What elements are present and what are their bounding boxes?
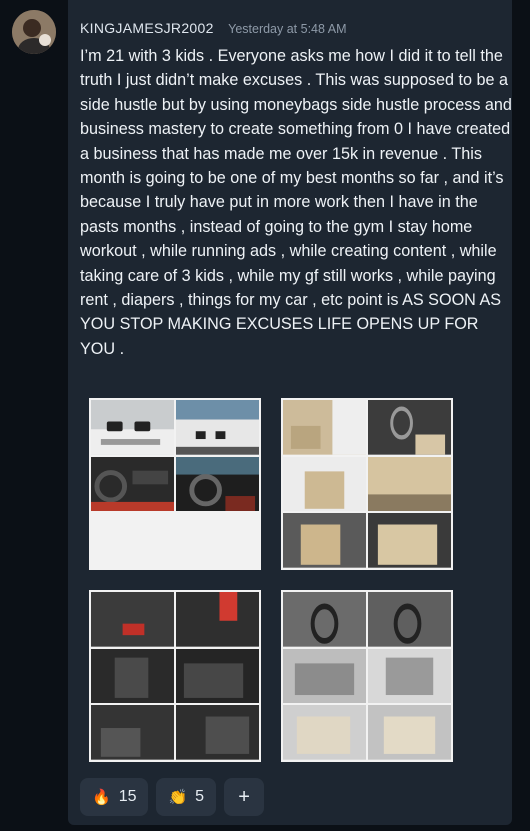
car-photo [91,456,174,512]
car-photo [368,513,451,568]
car-photo [283,513,366,568]
car-photo [91,705,174,760]
reaction-count: 5 [195,788,205,805]
car-photo [176,456,259,512]
reaction-bar: 🔥 15 👏 5 + [80,778,265,816]
car-photo [368,592,451,647]
car-photo [91,648,174,704]
reaction-clap-button[interactable]: 👏 5 [156,778,217,816]
car-photo [283,400,366,455]
car-photo [368,456,451,512]
image-attachment-3[interactable] [89,590,261,762]
reaction-fire-button[interactable]: 🔥 15 [80,778,149,816]
car-photo [91,592,174,647]
clap-icon: 👏 [168,789,188,806]
image-attachment-2[interactable] [281,398,453,570]
message-header: KINGJAMESJR2002 Yesterday at 5:48 AM [80,20,347,38]
image-attachment-4[interactable] [281,590,453,762]
car-photo [283,592,366,647]
car-photo [283,705,366,760]
car-photo [368,400,451,455]
car-photo [91,400,174,455]
car-photo [176,705,259,760]
car-photo [368,648,451,704]
car-photo [283,648,366,704]
car-photo [368,705,451,760]
reaction-count: 15 [118,788,137,805]
fire-icon: 🔥 [92,789,111,806]
car-photo [176,648,259,704]
timestamp: Yesterday at 5:48 AM [228,22,347,36]
car-photo [176,592,259,647]
image-attachment-1[interactable] [89,398,261,570]
username[interactable]: KINGJAMESJR2002 [80,20,214,36]
car-photo [176,400,259,455]
message-body: I’m 21 with 3 kids . Everyone asks me ho… [80,47,512,358]
car-photo [283,456,366,512]
avatar[interactable] [12,10,56,54]
add-reaction-button[interactable]: + [224,778,265,816]
